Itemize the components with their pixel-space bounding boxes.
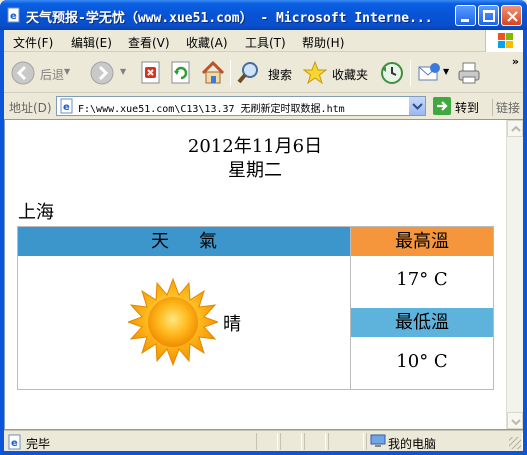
close-button[interactable]	[501, 5, 522, 26]
menu-file[interactable]: 文件(F)	[13, 34, 53, 51]
back-arrow-icon	[11, 61, 35, 85]
forward-button[interactable]: ▼	[89, 58, 131, 88]
menu-edit[interactable]: 编辑(E)	[71, 34, 112, 51]
address-url: F:\www.xue51.com\C13\13.37 无刷新定时取数据.htm	[78, 104, 345, 115]
chevron-up-icon	[511, 125, 521, 132]
high-temp-header: 最高溫	[351, 227, 493, 256]
refresh-icon	[171, 61, 190, 84]
chevron-down-icon	[412, 103, 423, 110]
favorites-star-icon	[302, 60, 328, 85]
windows-logo-icon	[485, 30, 523, 52]
favorites-label: 收藏夹	[332, 68, 369, 82]
sun-icon	[128, 277, 218, 367]
mail-button[interactable]: ▼	[416, 58, 449, 88]
low-temp-value: 10° C	[396, 351, 448, 372]
svg-text:e: e	[10, 11, 17, 22]
computer-icon	[370, 434, 386, 447]
browser-window: e 天气预报-学无忧（www.xue51.com） - Microsoft In…	[0, 0, 527, 455]
status-text: 完毕	[26, 437, 51, 451]
toolbar-overflow-chevron[interactable]: »	[512, 55, 519, 68]
menu-bar: 文件(F) 编辑(E) 查看(V) 收藏(A) 工具(T) 帮助(H)	[4, 30, 523, 52]
status-panel	[256, 433, 278, 450]
low-temp-header: 最低溫	[351, 308, 493, 337]
mail-icon	[418, 63, 440, 81]
search-button[interactable]: 搜索	[236, 58, 294, 88]
address-bar: 地址(D) e F:\www.xue51.com\C13\13.37 无刷新定时…	[4, 94, 523, 118]
weather-table: 天氣 最高溫 17° C 最低溫 10° C 晴	[17, 226, 494, 390]
resize-grip[interactable]	[509, 437, 521, 449]
maximize-button[interactable]	[478, 5, 499, 26]
high-temp-value: 17° C	[396, 269, 448, 290]
client-area: 文件(F) 编辑(E) 查看(V) 收藏(A) 工具(T) 帮助(H) 后退 ▼…	[4, 30, 523, 451]
page-icon: e	[60, 98, 73, 114]
menu-view[interactable]: 查看(V)	[128, 34, 170, 51]
printer-icon	[458, 62, 480, 84]
back-button[interactable]: 后退 ▼	[10, 58, 70, 88]
status-bar: e 完毕 我的电脑	[4, 430, 523, 451]
zone-text: 我的电脑	[388, 437, 437, 451]
links-button[interactable]: 链接	[492, 99, 520, 116]
stop-icon	[141, 61, 160, 84]
city-name: 上海	[18, 202, 54, 223]
mail-dropdown-icon[interactable]: ▼	[443, 67, 449, 76]
address-dropdown-button[interactable]	[408, 97, 425, 115]
svg-text:e: e	[63, 102, 70, 113]
back-label: 后退	[40, 68, 65, 82]
chevron-down-icon	[511, 419, 521, 426]
forward-dropdown-icon[interactable]: ▼	[120, 67, 126, 76]
standard-toolbar: 后退 ▼ ▼ 搜索 收藏夹 ▼ »	[4, 53, 523, 93]
back-dropdown-icon[interactable]: ▼	[64, 67, 70, 76]
title-bar[interactable]: e 天气预报-学无忧（www.xue51.com） - Microsoft In…	[0, 0, 527, 30]
go-label: 转到	[455, 101, 480, 115]
menu-tools[interactable]: 工具(T)	[245, 34, 286, 51]
status-panel	[328, 433, 364, 450]
search-icon	[237, 62, 258, 84]
search-label: 搜索	[268, 68, 293, 82]
favorites-button[interactable]: 收藏夹	[302, 58, 372, 88]
history-icon	[381, 62, 403, 84]
toolbar-separator	[230, 60, 231, 86]
menu-favorites[interactable]: 收藏(A)	[186, 34, 228, 51]
home-button[interactable]	[200, 58, 226, 88]
ie-page-icon: e	[7, 7, 20, 23]
toolbar-separator	[410, 60, 411, 86]
svg-text:e: e	[11, 438, 18, 449]
minimize-button[interactable]	[455, 5, 476, 26]
go-arrow-icon	[433, 97, 451, 115]
date-line: 2012年11月6日	[187, 136, 323, 157]
stop-button[interactable]	[140, 58, 162, 88]
address-label: 地址(D)	[9, 101, 52, 115]
status-panel	[304, 433, 326, 450]
print-button[interactable]	[456, 58, 482, 88]
page-viewport: 2012年11月6日 星期二 上海 天氣 最高溫 17° C 最低溫 10° C	[4, 119, 523, 430]
vertical-scrollbar[interactable]	[506, 120, 523, 429]
home-icon	[201, 60, 225, 84]
go-button[interactable]: 转到	[432, 96, 488, 116]
history-button[interactable]	[379, 58, 405, 88]
address-input[interactable]: e F:\www.xue51.com\C13\13.37 无刷新定时取数据.ht…	[56, 96, 426, 116]
forward-arrow-icon	[90, 61, 114, 85]
weather-condition: 晴	[223, 314, 241, 335]
status-panel	[280, 433, 302, 450]
weekday-line: 星期二	[228, 160, 282, 181]
page-done-icon: e	[8, 434, 21, 450]
weather-header: 天氣	[18, 227, 350, 256]
refresh-button[interactable]	[170, 58, 192, 88]
scroll-down-button[interactable]	[507, 412, 523, 429]
scroll-up-button[interactable]	[507, 120, 523, 137]
menu-help[interactable]: 帮助(H)	[302, 34, 344, 51]
window-title: 天气预报-学无忧（www.xue51.com） - Microsoft Inte…	[26, 11, 433, 26]
